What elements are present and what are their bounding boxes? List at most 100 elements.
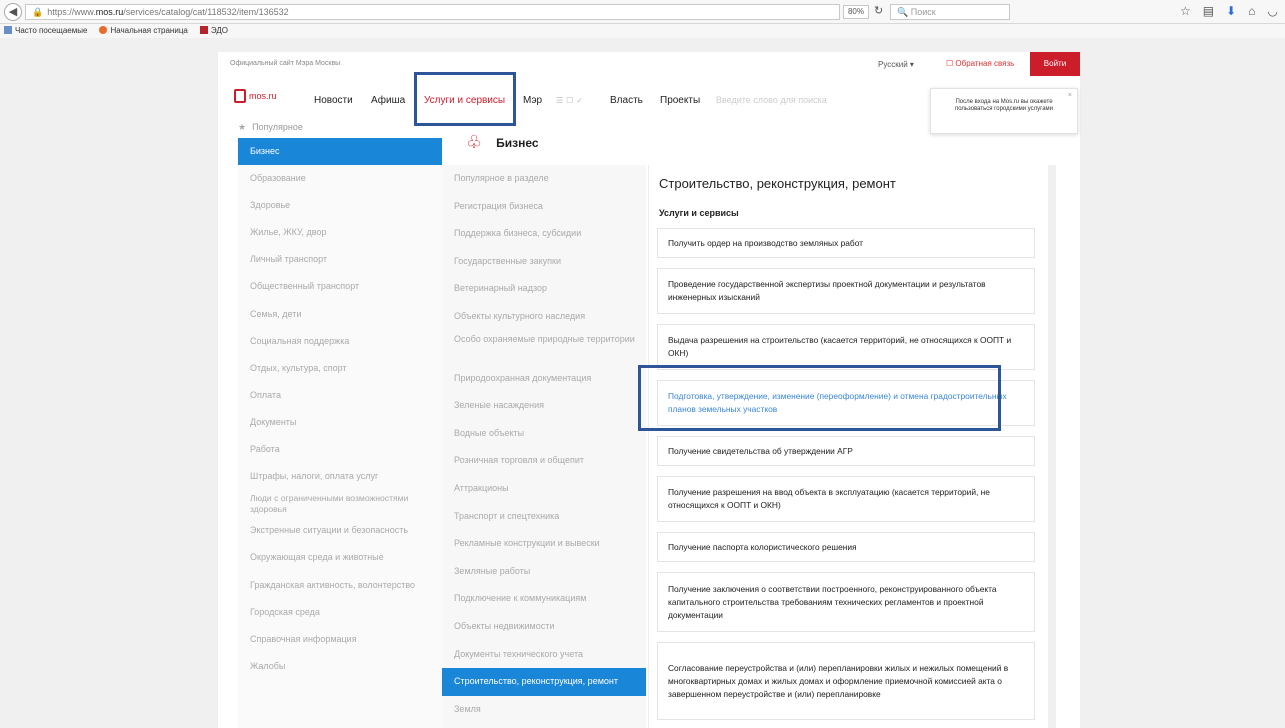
annotation-box-service bbox=[638, 365, 1001, 431]
bookmark-folder-icon bbox=[4, 26, 12, 34]
category-item[interactable]: Общественный транспорт bbox=[238, 273, 442, 300]
subcategory-item[interactable]: Водные объекты bbox=[442, 420, 646, 448]
subcategory-item[interactable]: Поддержка бизнеса, субсидии bbox=[442, 220, 646, 248]
zoom-level[interactable]: 80% bbox=[843, 5, 869, 19]
subcategory-item[interactable]: Розничная торговля и общепит bbox=[442, 447, 646, 475]
subcategory-item[interactable]: Объекты культурного наследия bbox=[442, 303, 646, 331]
download-icon[interactable]: ⬇ bbox=[1226, 4, 1236, 18]
subcategory-item[interactable]: Объекты недвижимости bbox=[442, 613, 646, 641]
subcategory-item[interactable]: Особо охраняемые природные территории bbox=[442, 331, 646, 365]
site-search-input[interactable]: Введите слово для поиска bbox=[716, 95, 827, 105]
subcategory-item[interactable]: Природоохранная документация bbox=[442, 365, 646, 393]
nav-mayor[interactable]: Мэр bbox=[523, 95, 542, 106]
edo-icon bbox=[199, 26, 208, 34]
service-item[interactable]: Получить ордер на производство земляных … bbox=[657, 228, 1035, 258]
back-button[interactable]: ◀ bbox=[4, 3, 22, 21]
service-item[interactable]: Получение свидетельства об утверждении А… bbox=[657, 436, 1035, 466]
lock-icon: 🔒 bbox=[32, 7, 44, 17]
popular-item[interactable]: ★ Популярное bbox=[238, 116, 442, 138]
subcategory-item[interactable]: Земля bbox=[442, 696, 646, 724]
login-popup: × После входа на Mos.ru вы окажете польз… bbox=[930, 88, 1078, 134]
reload-icon[interactable]: ↻ bbox=[874, 4, 883, 17]
browser-toolbar-icons: ☆ ▤ ⬇ ⌂ ◡ ≡ bbox=[1180, 4, 1285, 18]
category-item[interactable]: Жалобы bbox=[238, 653, 442, 680]
service-item[interactable]: Получение разрешения на ввод объекта в э… bbox=[657, 476, 1035, 522]
services-subtitle: Услуги и сервисы bbox=[659, 208, 739, 218]
category-item[interactable]: Личный транспорт bbox=[238, 246, 442, 273]
firefox-icon bbox=[99, 26, 108, 34]
category-item[interactable]: Штрафы, налоги, оплата услуг bbox=[238, 463, 442, 490]
subcategory-item[interactable]: Аттракционы bbox=[442, 475, 646, 503]
logo[interactable]: mos.ru bbox=[234, 89, 277, 103]
star-icon[interactable]: ☆ bbox=[1180, 4, 1191, 18]
url-prefix: https://www. bbox=[47, 7, 96, 17]
service-item[interactable]: Получение паспорта колористического реше… bbox=[657, 532, 1035, 562]
subcategory-item[interactable]: Подключение к коммуникациям bbox=[442, 585, 646, 613]
category-item[interactable]: Жилье, ЖКУ, двор bbox=[238, 219, 442, 246]
category-item[interactable]: Люди с ограниченными возможностями здоро… bbox=[238, 490, 442, 517]
scrollbar[interactable] bbox=[1048, 165, 1056, 728]
star-icon: ★ bbox=[238, 122, 247, 132]
subcategory-list: Популярное в разделе Регистрация бизнеса… bbox=[442, 165, 646, 728]
subcategory-item[interactable]: Зеленые насаждения bbox=[442, 392, 646, 420]
popup-text: После входа на Mos.ru вы окажете пользов… bbox=[954, 99, 1054, 112]
subcategory-item[interactable]: Транспорт и спецтехника bbox=[442, 503, 646, 531]
category-item[interactable]: Справочная информация bbox=[238, 626, 442, 653]
subcategory-item[interactable]: Регистрация бизнеса bbox=[442, 193, 646, 221]
url-domain: mos.ru bbox=[95, 7, 124, 17]
category-item[interactable]: Семья, дети bbox=[238, 301, 442, 328]
category-item[interactable]: Оплата bbox=[238, 382, 442, 409]
page: Официальный сайт Мэра Москвы Русский ▾ ☐… bbox=[218, 52, 1080, 728]
bookmark-frequent[interactable]: Часто посещаемые bbox=[4, 24, 87, 38]
clipboard-icon[interactable]: ▤ bbox=[1203, 4, 1214, 18]
category-item[interactable]: Здоровье bbox=[238, 192, 442, 219]
nav-projects[interactable]: Проекты bbox=[660, 95, 700, 106]
pocket-icon[interactable]: ◡ bbox=[1267, 4, 1277, 18]
section-title: Бизнес bbox=[496, 135, 539, 150]
nav-news[interactable]: Новости bbox=[314, 95, 353, 106]
close-icon[interactable]: × bbox=[1068, 92, 1072, 99]
official-site-link[interactable]: Официальный сайт Мэра Москвы bbox=[230, 60, 340, 67]
bookmark-edo[interactable]: ЭДО bbox=[199, 24, 228, 38]
subcategory-item[interactable]: Ветеринарный надзор bbox=[442, 275, 646, 303]
service-item[interactable]: Согласование переустройства и (или) пере… bbox=[657, 642, 1035, 720]
category-item[interactable]: Документы bbox=[238, 409, 442, 436]
logo-mark-icon bbox=[234, 89, 246, 103]
subcategory-item[interactable]: Популярное в разделе bbox=[442, 165, 646, 193]
category-item[interactable]: Образование bbox=[238, 165, 442, 192]
nav-power[interactable]: Власть bbox=[610, 95, 643, 106]
login-button[interactable]: Войти bbox=[1030, 52, 1080, 76]
url-path: /services/catalog/cat/118532/item/136532 bbox=[123, 7, 289, 17]
category-item[interactable]: Социальная поддержка bbox=[238, 328, 442, 355]
service-item[interactable]: Выдача разрешения на строительство (каса… bbox=[657, 324, 1035, 370]
subcategory-item[interactable]: Документы технического учета bbox=[442, 641, 646, 669]
category-item[interactable]: Бизнес bbox=[238, 138, 442, 166]
subcategory-item[interactable]: Рекламные конструкции и вывески bbox=[442, 530, 646, 558]
category-item[interactable]: Отдых, культура, спорт bbox=[238, 355, 442, 382]
logo-text: mos.ru bbox=[249, 91, 277, 101]
category-item[interactable]: Работа bbox=[238, 436, 442, 463]
category-list: ★ Популярное Бизнес Образование Здоровье … bbox=[238, 116, 442, 680]
social-icons[interactable]: ☰☐✓ bbox=[556, 96, 586, 105]
bookmark-home[interactable]: Начальная страница bbox=[99, 24, 188, 38]
feedback-link[interactable]: ☐ Обратная связь bbox=[946, 59, 1014, 68]
home-icon[interactable]: ⌂ bbox=[1248, 4, 1255, 18]
browser-search-input[interactable]: 🔍 Поиск bbox=[890, 4, 1010, 20]
category-item[interactable]: Окружающая среда и животные bbox=[238, 544, 442, 571]
language-select[interactable]: Русский ▾ bbox=[878, 60, 914, 69]
nav-afisha[interactable]: Афиша bbox=[371, 95, 405, 106]
category-item[interactable]: Гражданская активность, волонтерство bbox=[238, 572, 442, 599]
top-line: Официальный сайт Мэра Москвы Русский ▾ ☐… bbox=[218, 52, 1080, 76]
bookmarks-bar: Часто посещаемые Начальная страница ЭДО bbox=[0, 24, 1285, 38]
subcategory-item-active[interactable]: Строительство, реконструкция, ремонт bbox=[442, 668, 646, 696]
category-item[interactable]: Экстренные ситуации и безопасность bbox=[238, 517, 442, 544]
address-bar[interactable]: 🔒 https://www.mos.ru/services/catalog/cat… bbox=[25, 4, 840, 20]
browser-search-placeholder: Поиск bbox=[910, 7, 936, 17]
services-panel: Строительство, реконструкция, ремонт Усл… bbox=[648, 165, 1046, 728]
subcategory-item[interactable]: Государственные закупки bbox=[442, 248, 646, 276]
subcategory-item[interactable]: Земляные работы bbox=[442, 558, 646, 586]
service-item[interactable]: Проведение государственной экспертизы пр… bbox=[657, 268, 1035, 314]
service-item[interactable]: Получение заключения о соответствии пост… bbox=[657, 572, 1035, 632]
annotation-box-nav bbox=[414, 72, 516, 126]
category-item[interactable]: Городская среда bbox=[238, 599, 442, 626]
